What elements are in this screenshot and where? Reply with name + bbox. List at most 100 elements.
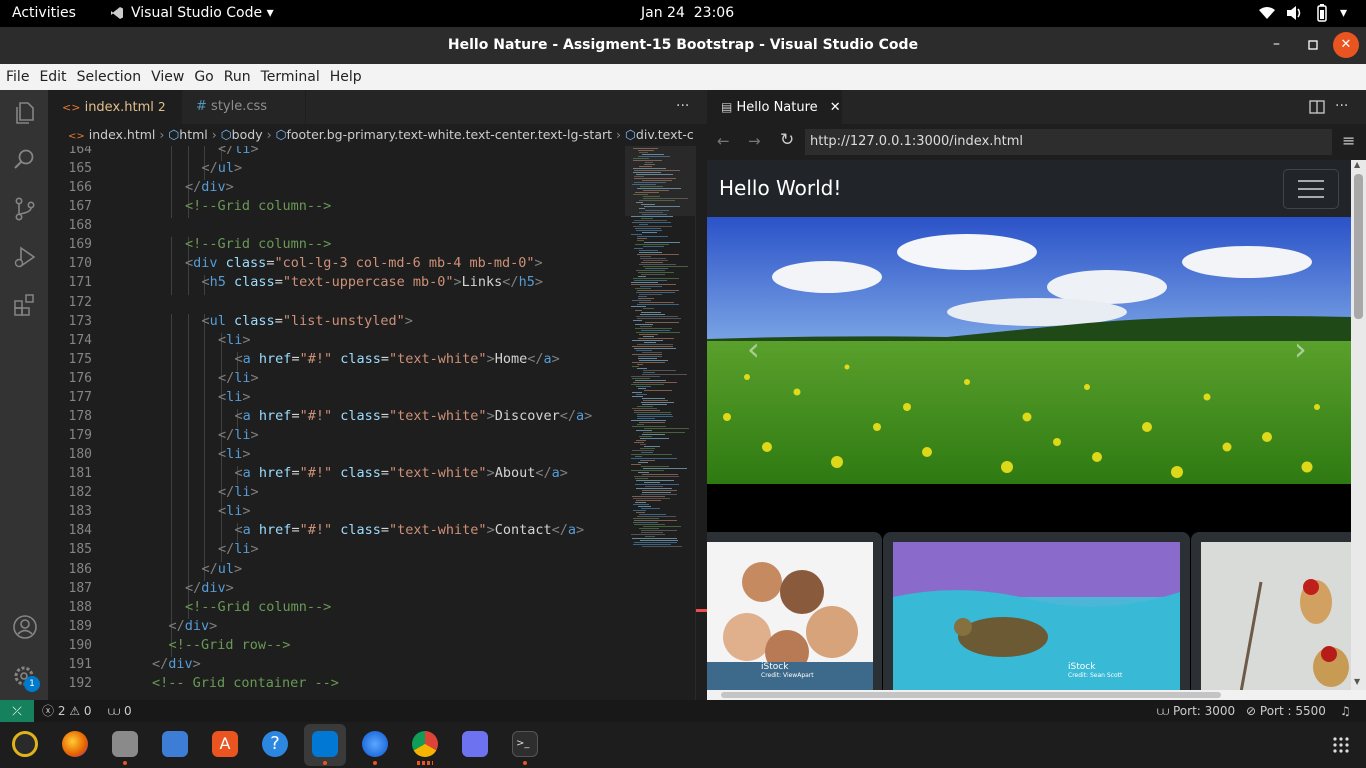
code-line[interactable]: </li>	[218, 427, 259, 443]
tab-style-css[interactable]: # style.css	[182, 90, 306, 124]
code-line[interactable]: </ul>	[202, 561, 243, 577]
code-line[interactable]: <ul class="list-unstyled">	[202, 313, 413, 329]
code-line[interactable]: <div class="col-lg-3 col-md-6 mb-4 mb-md…	[185, 255, 543, 271]
code-line[interactable]: <a href="#!" class="text-white">Contact<…	[235, 522, 585, 538]
card[interactable]	[1191, 532, 1351, 690]
source-control-icon[interactable]	[12, 196, 38, 222]
code-line[interactable]: <!--Grid column-->	[185, 236, 331, 252]
notifications-bell-icon[interactable]: ♫	[1340, 700, 1351, 722]
carousel[interactable]: ‹ ›	[707, 217, 1351, 484]
code-line[interactable]: <a href="#!" class="text-white">Discover…	[235, 408, 593, 424]
menu-view[interactable]: View	[151, 64, 184, 90]
firefox-icon[interactable]	[62, 731, 88, 757]
app-menu-button[interactable]: Visual Studio Code ▾	[131, 5, 274, 21]
code-line[interactable]: </li>	[218, 370, 259, 386]
menu-run[interactable]: Run	[224, 64, 251, 90]
extensions-icon[interactable]	[12, 292, 38, 318]
scrollbar-thumb[interactable]	[1354, 174, 1363, 319]
menu-help[interactable]: Help	[330, 64, 362, 90]
more-actions-icon[interactable]: ···	[676, 98, 689, 114]
tab-hello-nature[interactable]: ▤ Hello Nature ✕	[707, 90, 842, 124]
code-line[interactable]: <!--Grid column-->	[185, 599, 331, 615]
navbar-toggler-button[interactable]	[1283, 169, 1339, 209]
card[interactable]: iStock Credit: ViewApart	[707, 532, 882, 690]
ports-indicator[interactable]: ⩊ 0	[108, 700, 132, 722]
menu-icon[interactable]: ≡	[1342, 131, 1355, 150]
back-arrow-icon[interactable]: ←	[717, 132, 730, 150]
help-icon[interactable]: ?	[262, 731, 288, 757]
code-line[interactable]: <li>	[218, 389, 251, 405]
code-line[interactable]: </div>	[152, 656, 201, 672]
menu-file[interactable]: File	[6, 64, 29, 90]
menu-selection[interactable]: Selection	[77, 64, 142, 90]
code-line[interactable]: <a href="#!" class="text-white">About</a…	[235, 465, 568, 481]
code-line[interactable]: <h5 class="text-uppercase mb-0">Links</h…	[202, 274, 543, 290]
code-line[interactable]: </li>	[218, 484, 259, 500]
software-center-icon[interactable]: A	[212, 731, 238, 757]
code-line[interactable]: <!-- Grid container -->	[152, 675, 339, 691]
code-line[interactable]: </li>	[218, 541, 259, 557]
live-server-port[interactable]: ⩊ Port: 3000	[1157, 700, 1235, 722]
refresh-icon[interactable]: ↻	[780, 130, 794, 150]
remote-indicator-icon[interactable]: ⤫	[0, 700, 34, 722]
maximize-icon[interactable]	[1308, 38, 1318, 50]
manage-gear-icon[interactable]: 1	[12, 664, 40, 692]
minimap-viewport-slider[interactable]	[625, 146, 695, 216]
preview-horizontal-scrollbar[interactable]	[707, 690, 1366, 700]
code-line[interactable]: </li>	[218, 146, 259, 157]
text-editor-icon[interactable]	[162, 731, 188, 757]
accounts-icon[interactable]	[12, 614, 38, 640]
show-apps-grid-icon[interactable]	[1332, 736, 1350, 758]
search-icon[interactable]	[12, 147, 38, 173]
scroll-up-icon[interactable]: ▲	[1354, 160, 1360, 169]
url-input[interactable]: http://127.0.0.1:3000/index.html	[805, 129, 1332, 155]
code-line[interactable]: </div>	[185, 179, 234, 195]
menu-go[interactable]: Go	[194, 64, 213, 90]
code-line[interactable]: <a href="#!" class="text-white">Home</a>	[235, 351, 560, 367]
split-editor-icon[interactable]	[1309, 99, 1325, 119]
code-line[interactable]: </ul>	[202, 160, 243, 176]
rhythmbox-icon[interactable]	[12, 731, 38, 757]
live-preview-port[interactable]: ⊘ Port : 5500	[1246, 700, 1326, 722]
code-editor[interactable]: 164 </li> 165 </ul> 166 </div> 167 <!--Grid col…	[48, 146, 625, 700]
forward-arrow-icon[interactable]: →	[748, 132, 761, 150]
menu-edit[interactable]: Edit	[39, 64, 66, 90]
scrollbar-thumb[interactable]	[721, 692, 1221, 698]
breadcrumb-item[interactable]: div.text-c	[636, 127, 694, 142]
minimap[interactable]	[625, 146, 695, 700]
screenshot-icon[interactable]	[462, 731, 488, 757]
thunderbird-icon[interactable]	[362, 731, 388, 757]
close-window-icon[interactable]: ✕	[1333, 32, 1359, 58]
code-line[interactable]: <li>	[218, 332, 251, 348]
files-icon[interactable]	[112, 731, 138, 757]
breadcrumb-item[interactable]: footer.bg-primary.text-white.text-center…	[286, 127, 612, 142]
preview-vertical-scrollbar[interactable]: ▲ ▼	[1351, 160, 1366, 690]
run-debug-icon[interactable]	[12, 244, 38, 270]
minimize-icon[interactable]: –	[1273, 36, 1280, 52]
close-tab-icon[interactable]: ✕	[830, 100, 841, 115]
scroll-down-icon[interactable]: ▼	[1354, 677, 1360, 686]
battery-icon[interactable]	[1316, 4, 1328, 26]
wifi-icon[interactable]	[1258, 6, 1276, 24]
menu-terminal[interactable]: Terminal	[261, 64, 320, 90]
breadcrumb-item[interactable]: body	[232, 127, 263, 142]
clock[interactable]: Jan 24 23:06	[641, 5, 734, 21]
problems-indicator[interactable]: ⓧ 2 ⚠ 0	[42, 700, 92, 722]
tab-index-html[interactable]: <> index.html 2 ✕	[48, 90, 182, 149]
vscode-icon[interactable]	[312, 731, 338, 757]
editor-scrollbar[interactable]	[695, 146, 708, 700]
breadcrumb-item[interactable]: index.html	[89, 127, 156, 142]
activities-button[interactable]: Activities	[12, 5, 76, 21]
volume-icon[interactable]	[1286, 5, 1304, 25]
navbar-brand[interactable]: Hello World!	[719, 176, 841, 200]
code-line[interactable]: <li>	[218, 503, 251, 519]
terminal-icon[interactable]: >_	[512, 731, 538, 757]
code-line[interactable]: <!--Grid row-->	[169, 637, 291, 653]
code-line[interactable]: <!--Grid column-->	[185, 198, 331, 214]
chrome-icon[interactable]	[412, 731, 438, 757]
card[interactable]: iStock Credit: Sean Scott	[883, 532, 1190, 690]
explorer-icon[interactable]	[12, 100, 38, 126]
code-line[interactable]: </div>	[169, 618, 218, 634]
more-actions-icon[interactable]: ···	[1335, 98, 1348, 114]
breadcrumb-item[interactable]: html	[179, 127, 207, 142]
